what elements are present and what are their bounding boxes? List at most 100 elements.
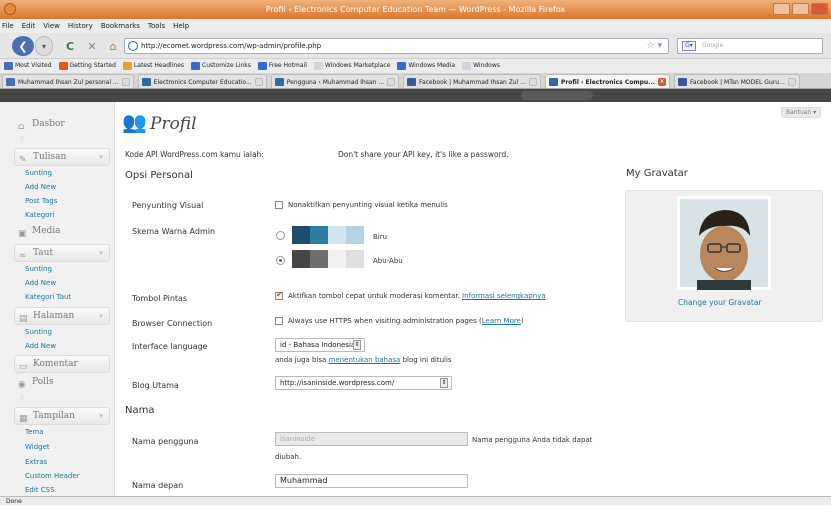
sidebar-item-post-tags[interactable]: Post Tags <box>25 197 57 205</box>
sidebar-item-add-new[interactable]: Add New <box>25 183 56 191</box>
info-link[interactable]: Informasi selengkapnya <box>462 292 546 300</box>
tab-close-icon[interactable] <box>387 78 396 86</box>
username-field[interactable]: isaninside <box>275 432 468 446</box>
menu-tulisan[interactable]: ✎ Tulisan ▾ <box>14 148 110 166</box>
page-title: Profil <box>150 114 197 134</box>
sidebar-item-tema[interactable]: Tema <box>25 428 44 436</box>
https-checkbox[interactable] <box>275 317 283 325</box>
browser-connection-label: Browser Connection <box>132 319 213 328</box>
close-window-button[interactable] <box>811 3 828 15</box>
scheme-biru-radio[interactable] <box>276 231 285 240</box>
menu-file[interactable]: File <box>2 19 14 33</box>
language-note: anda juga bisa menentukan bahasa blog in… <box>275 356 452 364</box>
menu-komentar[interactable]: ▭ Komentar <box>14 355 110 373</box>
bookmark-item[interactable]: Most Visited <box>4 59 52 73</box>
sidebar-item-widget[interactable]: Widget <box>25 443 50 451</box>
tab-close-icon[interactable] <box>528 78 537 86</box>
chevron-down-icon[interactable]: ▾ <box>99 245 103 262</box>
url-bar[interactable]: http://ecomet.wordpress.com/wp-admin/pro… <box>124 38 669 54</box>
sidebar-item-custom-header[interactable]: Custom Header <box>25 472 80 480</box>
language-select[interactable]: id - Bahasa Indonesia ⇕ <box>275 338 365 352</box>
menu-taut[interactable]: ∞ Taut ▾ <box>14 244 110 262</box>
status-bar: Done <box>0 496 831 505</box>
menu-help[interactable]: Help <box>173 19 189 33</box>
bookmarks-toolbar: Most Visited Getting Started Latest Headli… <box>0 59 831 73</box>
browser-tab[interactable]: Profil ‹ Electronics Compu... × <box>544 74 671 88</box>
bookmark-star-icon[interactable]: ☆ ▾ <box>647 39 662 53</box>
bookmark-item[interactable]: Latest Headlines <box>122 59 184 73</box>
sidebar-item-add-new[interactable]: Add New <box>25 342 56 350</box>
scheme-abu-swatch <box>328 250 346 268</box>
bookmark-item[interactable]: Customize Links <box>191 59 251 73</box>
menu-halaman[interactable]: ▤ Halaman ▾ <box>14 307 110 325</box>
browser-tab[interactable]: Pengguna ‹ Muhammad Ihsan ... <box>270 74 400 88</box>
tab-close-icon[interactable] <box>121 78 130 86</box>
chevron-down-icon[interactable]: ▾ <box>99 308 103 325</box>
sidebar-item-add-new[interactable]: Add New <box>25 279 56 287</box>
scheme-abu-label: Abu-Abu <box>373 257 403 265</box>
firstname-label: Nama depan <box>132 481 184 490</box>
sidebar-item-kategori-taut[interactable]: Kategori Taut <box>25 293 71 301</box>
browser-tab[interactable]: Facebook | Muhammad Ihsan Zul ... <box>403 74 541 88</box>
media-icon: ▣ <box>18 229 27 239</box>
search-input[interactable]: G▾ Google <box>677 38 823 54</box>
menu-dasbor-label: Dasbor <box>32 119 65 129</box>
sidebar-item-kategori[interactable]: Kategori <box>25 211 54 219</box>
bookmark-item[interactable]: Windows Marketplace <box>313 59 390 73</box>
browser-tab[interactable]: Facebook | MTsn MODEL Guru... <box>674 74 800 88</box>
firstname-field[interactable]: Muhammad <box>275 474 468 488</box>
menu-tampilan[interactable]: ▦ Tampilan ▾ <box>14 407 110 425</box>
learn-more-link[interactable]: Learn More <box>482 317 521 325</box>
menu-tampilan-label: Tampilan <box>33 411 75 421</box>
menu-history[interactable]: History <box>68 19 93 33</box>
sidebar-item-extras[interactable]: Extras <box>25 458 47 466</box>
bookmark-icon <box>4 62 13 70</box>
reload-icon[interactable]: C <box>62 36 78 56</box>
help-button[interactable]: Bantuan ▾ <box>781 107 822 118</box>
change-gravatar-link[interactable]: Change your Gravatar <box>678 298 762 307</box>
bookmark-icon <box>313 62 323 70</box>
keyboard-shortcuts-checkbox[interactable] <box>275 290 283 300</box>
bookmark-item[interactable]: Free Hotmail <box>257 59 307 73</box>
stop-icon[interactable]: ✕ <box>84 36 100 56</box>
minimize-button[interactable] <box>773 3 790 15</box>
bookmark-item[interactable]: Windows <box>462 59 500 73</box>
bookmark-label: Customize Links <box>202 62 251 69</box>
visual-editor-checkbox[interactable] <box>275 201 283 209</box>
bookmark-item[interactable]: Getting Started <box>58 59 116 73</box>
tab-close-icon[interactable] <box>787 78 796 86</box>
url-text: http://ecomet.wordpress.com/wp-admin/pro… <box>141 42 322 50</box>
browser-tab[interactable]: Muhammad Ihsan Zul personal ... <box>2 74 134 88</box>
back-button[interactable]: ❮ <box>12 36 34 56</box>
tab-close-icon[interactable]: × <box>658 78 667 86</box>
primary-blog-select[interactable]: http://isaninside.wordpress.com/ ⇕ <box>275 376 452 390</box>
menu-tools[interactable]: Tools <box>148 19 165 33</box>
sidebar-item-sunting[interactable]: Sunting <box>25 265 52 273</box>
chevron-down-icon[interactable]: ▾ <box>99 408 103 425</box>
menu-view[interactable]: View <box>43 19 60 33</box>
home-icon[interactable]: ⌂ <box>105 36 121 56</box>
menu-bookmarks[interactable]: Bookmarks <box>101 19 140 33</box>
menu-polls[interactable]: ◉ Polls <box>14 374 110 392</box>
set-language-link[interactable]: menentukan bahasa <box>329 356 401 364</box>
menu-media[interactable]: ▣ Media <box>14 223 110 241</box>
menu-edit[interactable]: Edit <box>22 19 36 33</box>
bookmark-item[interactable]: Windows Media <box>397 59 455 73</box>
maximize-button[interactable] <box>792 3 809 15</box>
scheme-biru-swatch <box>346 226 364 244</box>
admin-search-pill[interactable] <box>521 91 593 100</box>
sidebar-item-sunting[interactable]: Sunting <box>25 169 52 177</box>
chevron-down-icon[interactable]: ▾ <box>99 149 103 166</box>
google-icon[interactable]: G▾ <box>682 41 696 51</box>
sidebar-item-edit-css[interactable]: Edit CSS <box>25 486 55 494</box>
menu-taut-label: Taut <box>33 248 54 258</box>
menu-polls-label: Polls <box>32 377 54 387</box>
scheme-abu-radio[interactable] <box>276 256 285 265</box>
browser-tab[interactable]: Electronics Computer Educatio... <box>137 74 267 88</box>
gravatar-avatar[interactable] <box>677 196 771 290</box>
forward-button[interactable]: ▾ <box>35 36 53 56</box>
sidebar-item-sunting[interactable]: Sunting <box>25 328 52 336</box>
menu-dasbor[interactable]: ⌂ Dasbor <box>14 116 110 134</box>
bookmark-icon <box>257 62 267 70</box>
tab-close-icon[interactable] <box>254 78 263 86</box>
